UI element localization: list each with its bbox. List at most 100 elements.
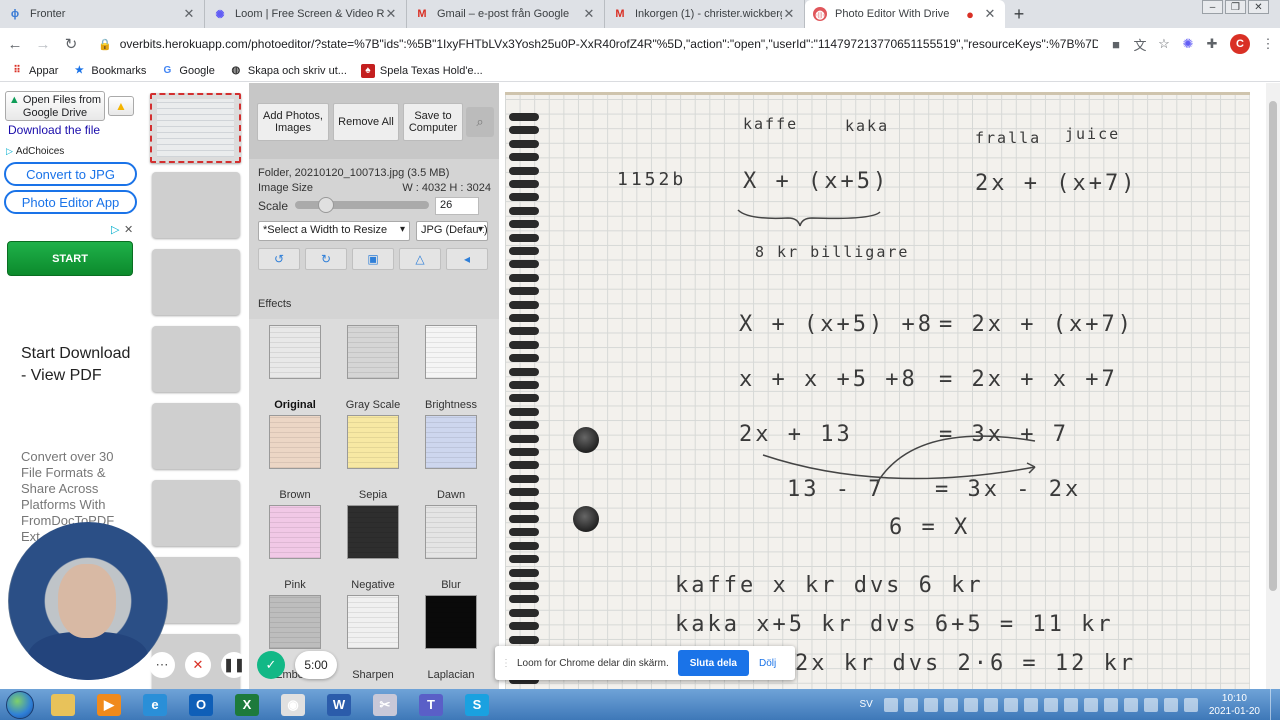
tray-icon[interactable] — [983, 697, 998, 712]
finish-recording-icon[interactable]: ✓ — [257, 651, 285, 679]
thumbnail-slot[interactable] — [152, 172, 240, 238]
photo-editor-app-button[interactable]: Photo Editor App — [4, 190, 137, 214]
thumbnail-slot[interactable] — [152, 326, 240, 392]
maximize-icon[interactable]: ❐ — [1225, 0, 1246, 14]
pause-icon[interactable]: ❚❚ — [221, 652, 247, 678]
taskbar-clock[interactable]: 10:10 2021-01-20 — [1209, 692, 1260, 718]
bookmark-star-icon[interactable]: ☆ — [1153, 33, 1175, 55]
puzzle-icon[interactable]: ✚ — [1201, 33, 1223, 55]
vertical-scrollbar[interactable] — [1266, 83, 1280, 689]
bookmark-texas[interactable]: ♠ Spela Texas Hold'e... — [360, 63, 483, 78]
tray-icon[interactable] — [943, 697, 958, 712]
download-file-link[interactable]: Download the file — [8, 123, 100, 137]
search-icon[interactable]: ⌕ — [466, 107, 494, 137]
convert-to-jpg-button[interactable]: Convert to JPG — [4, 162, 137, 186]
more-options-icon[interactable]: ⋯ — [149, 652, 175, 678]
rotate-right-icon[interactable]: ↻ — [305, 248, 347, 270]
tab-close-icon[interactable]: ✕ — [983, 6, 997, 22]
tab-inbox[interactable]: M Inkorgen (1) - christer.wickberg@ ✕ — [605, 0, 805, 28]
resize-width-select[interactable]: *Select a Width to Resize ▾ — [258, 221, 410, 241]
bookmark-bookmarks[interactable]: ★ Bookmarks — [72, 64, 147, 78]
effect-sepia[interactable]: Sepia — [335, 415, 411, 501]
ad-info-icon[interactable]: ▷ — [111, 223, 119, 236]
taskbar-word[interactable]: W — [318, 690, 360, 719]
effect-brightness[interactable]: Brightness — [413, 325, 489, 411]
scale-input[interactable]: 26 — [435, 197, 479, 215]
crop-icon[interactable]: ▣ — [352, 248, 394, 270]
effect-pink[interactable]: Pink — [257, 505, 333, 591]
effect-negative[interactable]: Negative — [335, 505, 411, 591]
google-drive-button[interactable]: ▲ — [108, 96, 134, 116]
scale-slider[interactable] — [295, 197, 429, 213]
tray-icon[interactable] — [1023, 697, 1038, 712]
effect-dawn[interactable]: Dawn — [413, 415, 489, 501]
tray-icon[interactable] — [1003, 697, 1018, 712]
taskbar-internet-explorer[interactable]: e — [134, 690, 176, 719]
scale-slider-knob[interactable] — [317, 197, 334, 213]
tray-icon[interactable] — [883, 697, 898, 712]
tray-icon[interactable] — [923, 697, 938, 712]
tab-photo-editor[interactable]: ◍ Photo Editor With Drive ● ✕ — [805, 0, 1005, 28]
adchoices-link[interactable]: ▷ AdChoices — [6, 146, 64, 157]
ad-close-icon[interactable]: ✕ — [124, 223, 133, 236]
tab-close-icon[interactable]: ✕ — [182, 6, 196, 22]
language-indicator[interactable]: SV — [860, 699, 873, 710]
tray-icon[interactable] — [1143, 697, 1158, 712]
tray-icon[interactable] — [963, 697, 978, 712]
hide-banner-button[interactable]: Dölj — [759, 658, 776, 669]
taskbar-teams[interactable]: T — [410, 690, 452, 719]
taskbar-explorer[interactable] — [42, 690, 84, 719]
loom-webcam-bubble[interactable] — [8, 522, 168, 680]
stop-sharing-button[interactable]: Sluta dela — [677, 650, 749, 676]
tab-gmail[interactable]: M Gmail – e-post från Google ✕ — [407, 0, 605, 28]
thumbnail-slot[interactable] — [152, 249, 240, 315]
taskbar-snipping-tool[interactable]: ✂ — [364, 690, 406, 719]
effect-sharpen[interactable]: Sharpen — [335, 595, 411, 681]
effect-original[interactable]: Original — [257, 325, 333, 411]
bookmark-apps[interactable]: ⠿ Appar — [10, 64, 58, 78]
profile-avatar[interactable]: C — [1230, 34, 1250, 54]
scrollbar-thumb[interactable] — [1269, 101, 1277, 591]
tray-icon[interactable] — [1163, 697, 1178, 712]
ad-start-button[interactable]: START — [7, 241, 133, 276]
bookmark-skapa[interactable]: ◍ Skapa och skriv ut... — [229, 64, 347, 78]
taskbar-excel[interactable]: X — [226, 690, 268, 719]
tray-icon[interactable] — [1083, 697, 1098, 712]
taskbar-chrome[interactable]: ◉ — [272, 690, 314, 719]
tray-icon[interactable] — [1123, 697, 1138, 712]
menu-icon[interactable]: ⋮ — [1257, 33, 1279, 55]
translate-icon[interactable]: 文 — [1129, 33, 1151, 55]
format-select[interactable]: JPG (Default) ▾ — [416, 221, 488, 241]
effect-brown[interactable]: Brown — [257, 415, 333, 501]
forward-icon[interactable]: → — [30, 31, 56, 57]
taskbar-outlook[interactable]: O — [180, 690, 222, 719]
thumbnail-selected[interactable] — [150, 93, 241, 163]
tab-close-icon[interactable]: ✕ — [782, 6, 796, 22]
tray-icon[interactable] — [1183, 697, 1198, 712]
reload-icon[interactable]: ↻ — [58, 31, 84, 57]
tab-close-icon[interactable]: ✕ — [582, 6, 596, 22]
extension-icon[interactable]: ✺ — [1177, 33, 1199, 55]
volume-icon[interactable]: ◂ — [446, 248, 488, 270]
minimize-icon[interactable]: – — [1202, 0, 1223, 14]
tray-icon[interactable] — [1063, 697, 1078, 712]
remove-all-button[interactable]: Remove All — [333, 103, 399, 141]
save-to-computer-button[interactable]: Save to Computer — [403, 103, 463, 141]
rotate-left-icon[interactable]: ↺ — [258, 248, 300, 270]
taskbar-skype[interactable]: S — [456, 690, 498, 719]
taskbar-media-player[interactable]: ▶ — [88, 690, 130, 719]
open-google-drive-button[interactable]: ▲ Open Files from Google Drive — [5, 91, 105, 121]
effect-laplacian[interactable]: Laplacian — [413, 595, 489, 681]
bookmark-google[interactable]: G Google — [160, 64, 215, 78]
thumbnail-slot[interactable] — [152, 403, 240, 469]
add-photos-button[interactable]: Add Photos, Images — [257, 103, 329, 141]
photo-canvas[interactable]: kaffe kaka fralla juice 1152b X + (x+5) … — [505, 92, 1250, 689]
address-bar[interactable]: 🔒 overbits.herokuapp.com/photoeditor/?st… — [90, 31, 1098, 57]
back-icon[interactable]: ← — [2, 31, 28, 57]
tray-icon[interactable] — [1103, 697, 1118, 712]
ad-headline[interactable]: Start Download - View PDF — [21, 343, 131, 387]
tray-icon[interactable] — [1043, 697, 1058, 712]
start-button[interactable] — [6, 690, 34, 719]
effect-gray-scale[interactable]: Gray Scale — [335, 325, 411, 411]
new-tab-button[interactable]: + — [1005, 0, 1033, 28]
